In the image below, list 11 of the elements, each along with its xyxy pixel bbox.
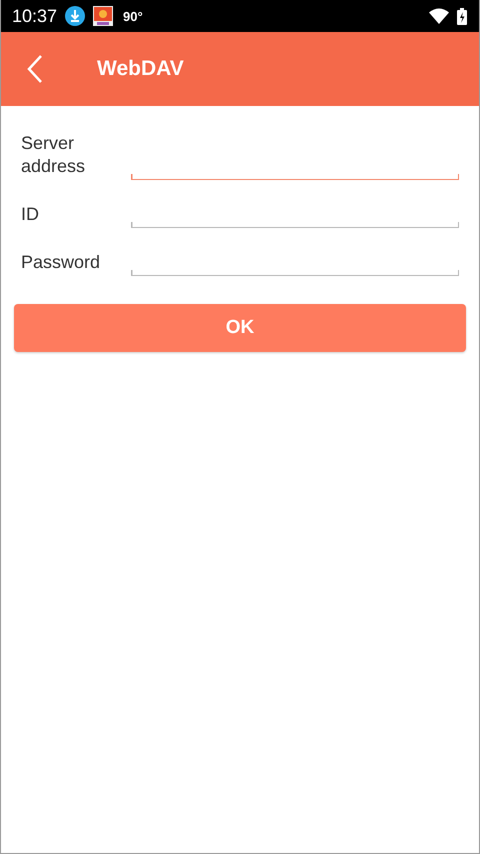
app-icon [93,6,114,26]
ok-button[interactable]: OK [14,304,466,352]
wifi-icon [429,8,449,24]
battery-icon [457,8,467,24]
download-icon [65,6,86,26]
field-label: Password [21,251,102,274]
status-time: 10:37 [12,6,58,26]
field-label: Server address [21,132,86,178]
screen-title: WebDAV [97,57,184,81]
field-label: ID [21,203,40,226]
temperature-text: 90° [123,8,143,24]
